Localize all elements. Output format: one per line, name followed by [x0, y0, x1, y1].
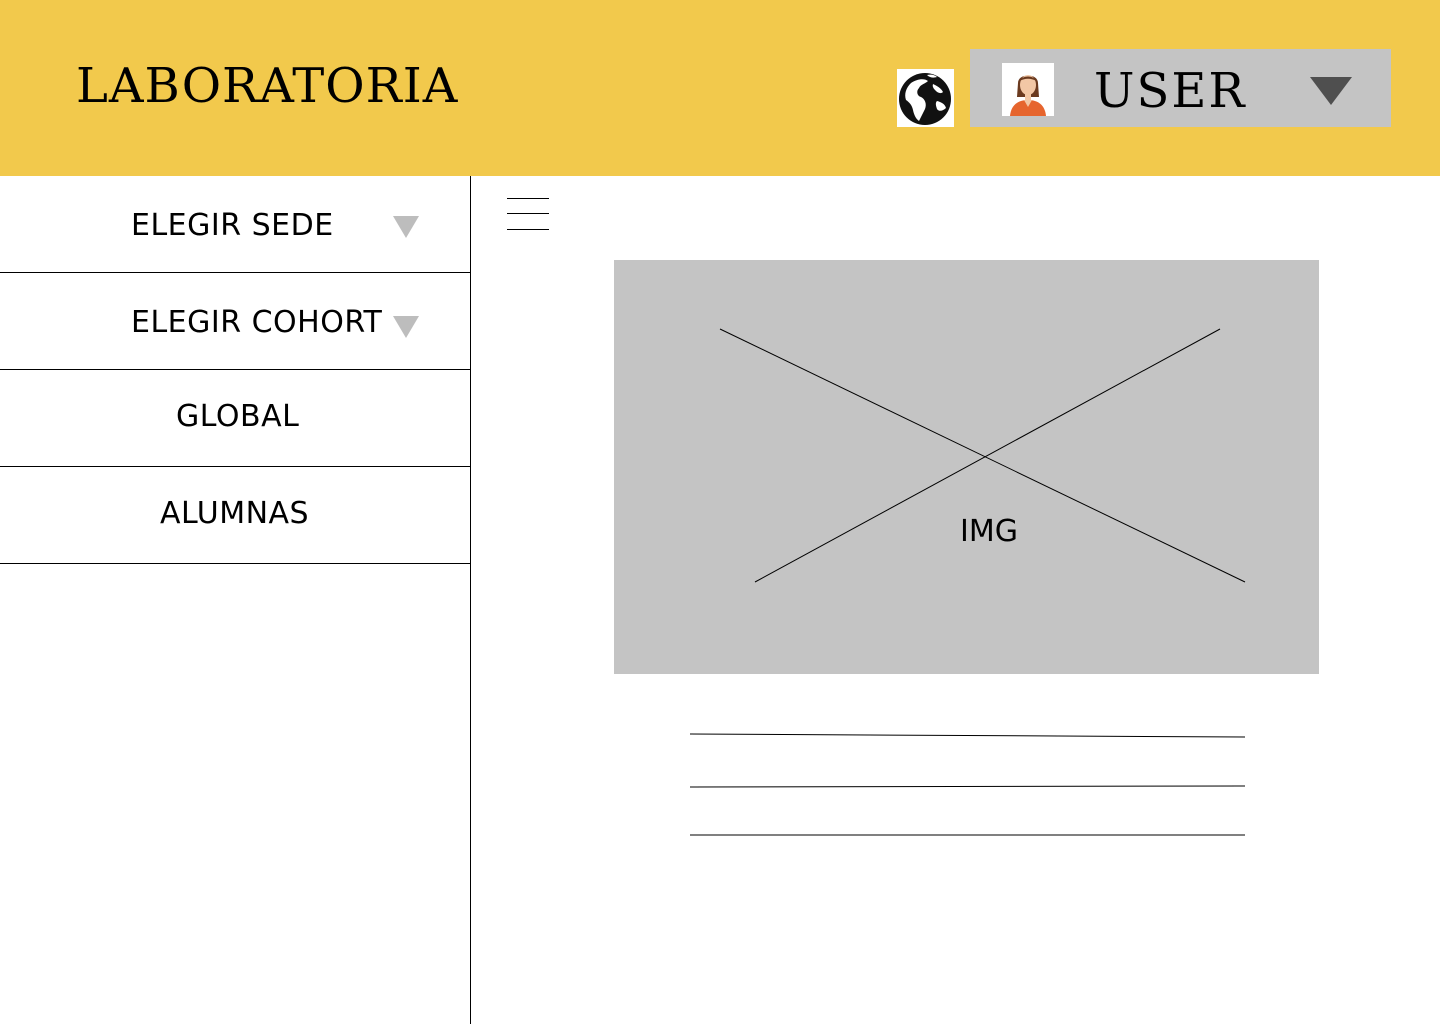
sidebar-item-elegir-sede[interactable]: ELEGIR SEDE: [0, 176, 470, 273]
image-placeholder: IMG: [614, 260, 1319, 674]
hamburger-icon[interactable]: [507, 197, 549, 231]
globe-icon[interactable]: [897, 69, 954, 127]
chevron-down-icon[interactable]: [393, 316, 419, 338]
sidebar-item-label: ELEGIR SEDE: [131, 208, 334, 243]
placeholder-cross: [719, 328, 1246, 583]
sidebar-item-global[interactable]: GLOBAL: [0, 370, 470, 467]
chevron-down-icon[interactable]: [393, 216, 419, 238]
top-header: LABORATORIA USER: [0, 0, 1440, 176]
sidebar: ELEGIR SEDE ELEGIR COHORT GLOBAL ALUMNAS: [0, 176, 471, 1024]
brand-logo-text[interactable]: LABORATORIA: [76, 58, 458, 114]
sidebar-item-label: ALUMNAS: [160, 496, 310, 531]
user-avatar: [1002, 63, 1054, 116]
chevron-down-icon[interactable]: [1310, 77, 1352, 105]
sidebar-item-label: GLOBAL: [176, 399, 300, 434]
image-placeholder-label: IMG: [960, 514, 1018, 549]
user-menu-button[interactable]: USER: [970, 49, 1391, 127]
sidebar-item-label: ELEGIR COHORT: [131, 305, 383, 340]
text-placeholder-lines: [690, 733, 1245, 836]
sidebar-item-alumnas[interactable]: ALUMNAS: [0, 467, 470, 564]
user-name: USER: [1094, 63, 1247, 119]
sidebar-item-elegir-cohort[interactable]: ELEGIR COHORT: [0, 273, 470, 370]
